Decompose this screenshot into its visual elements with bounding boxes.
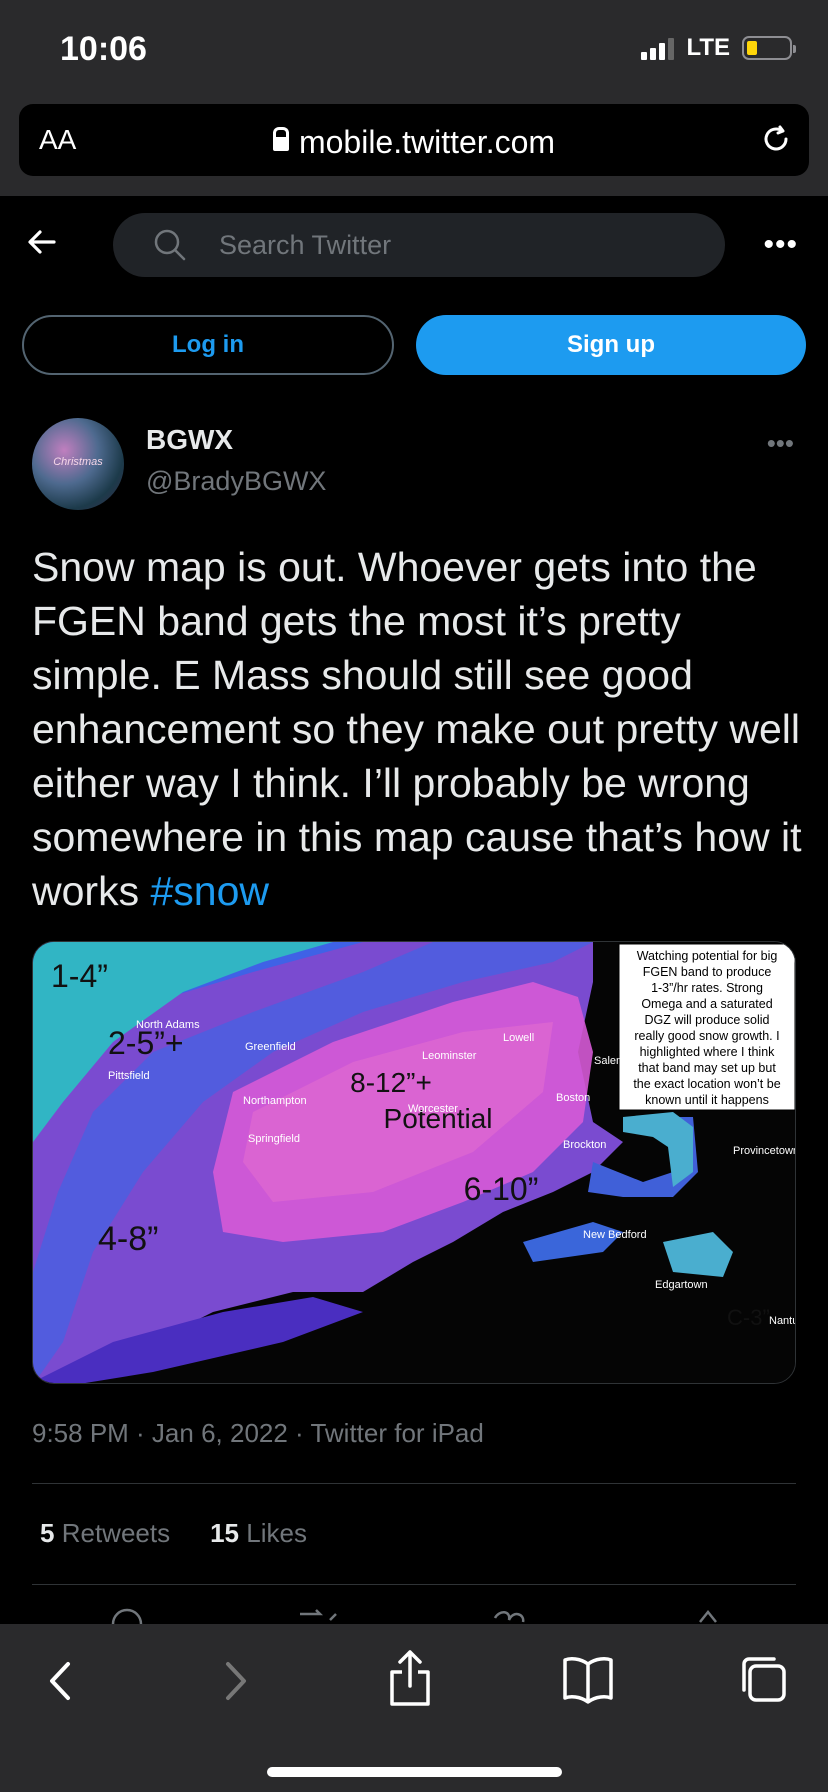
back-arrow-icon[interactable] bbox=[26, 226, 58, 263]
reload-icon[interactable] bbox=[759, 122, 793, 161]
town-salem: Salem bbox=[594, 1055, 625, 1067]
share-icon bbox=[699, 1609, 717, 1623]
avatar[interactable]: Christmas bbox=[32, 418, 124, 510]
town-brockton: Brockton bbox=[563, 1139, 606, 1151]
town-lowell: Lowell bbox=[503, 1032, 534, 1044]
note-line: Watching potential for big bbox=[637, 949, 778, 963]
signal-icon bbox=[641, 36, 675, 60]
url-text: mobile.twitter.com bbox=[298, 124, 556, 160]
town-leominster: Leominster bbox=[422, 1050, 477, 1062]
hashtag-link[interactable]: #snow bbox=[150, 868, 269, 914]
tweet-timestamp[interactable]: 9:58 PM · Jan 6, 2022 · Twitter for iPad bbox=[32, 1418, 484, 1449]
tweet-actions bbox=[0, 1604, 828, 1624]
tweet-stats: 5 Retweets 15 Likes bbox=[40, 1518, 307, 1549]
browser-chrome: AA mobile.twitter.com bbox=[0, 100, 828, 196]
note-line: highlighted where I think bbox=[640, 1045, 776, 1059]
search-placeholder: Search Twitter bbox=[219, 230, 392, 260]
note-line: FGEN band to produce bbox=[643, 965, 772, 979]
url-field[interactable]: mobile.twitter.com bbox=[19, 124, 809, 161]
town-north-adams: North Adams bbox=[136, 1019, 200, 1031]
status-indicators: LTE bbox=[641, 34, 796, 62]
zone-label-6-10: 6-10” bbox=[464, 1171, 539, 1207]
note-line: 1-3”/hr rates. Strong bbox=[651, 981, 763, 995]
town-edgartown: Edgartown bbox=[655, 1279, 708, 1291]
search-icon bbox=[153, 228, 187, 267]
town-nantucket: Nantucket bbox=[769, 1315, 796, 1327]
town-northampton: Northampton bbox=[243, 1095, 307, 1107]
retweet-icon bbox=[300, 1609, 337, 1621]
like-icon bbox=[493, 1611, 525, 1623]
author-name[interactable]: BGWX bbox=[146, 424, 233, 456]
tabs-icon[interactable] bbox=[738, 1654, 788, 1709]
divider bbox=[32, 1483, 796, 1484]
note-line: DGZ will produce solid bbox=[644, 1013, 769, 1027]
retweets-label: Retweets bbox=[61, 1518, 171, 1548]
signup-button[interactable]: Sign up bbox=[416, 315, 806, 375]
town-springfield: Springfield bbox=[248, 1133, 300, 1145]
town-new-bedford: New Bedford bbox=[583, 1229, 647, 1241]
search-input[interactable]: Search Twitter bbox=[113, 213, 725, 277]
tweet-image-snow-map[interactable]: Watching potential for big FGEN band to p… bbox=[32, 941, 796, 1384]
network-label: LTE bbox=[686, 34, 730, 61]
town-provincetown: Provincetown bbox=[733, 1145, 796, 1157]
note-line: that band may set up but bbox=[638, 1061, 776, 1075]
likes-count: 15 bbox=[210, 1518, 240, 1548]
town-boston: Boston bbox=[556, 1092, 590, 1104]
reply-icon bbox=[111, 1608, 143, 1624]
back-chevron-icon[interactable] bbox=[42, 1656, 78, 1711]
town-pittsfield: Pittsfield bbox=[108, 1070, 150, 1082]
address-bar[interactable]: AA mobile.twitter.com bbox=[19, 104, 809, 176]
battery-icon bbox=[742, 36, 796, 60]
town-greenfield: Greenfield bbox=[245, 1041, 296, 1053]
zone-label-c-3: C-3” bbox=[727, 1305, 770, 1330]
likes-stat[interactable]: 15 Likes bbox=[210, 1518, 307, 1549]
share-icon[interactable] bbox=[386, 1648, 434, 1713]
divider bbox=[32, 1584, 796, 1585]
zone-label-1-4: 1-4” bbox=[51, 958, 108, 994]
login-button[interactable]: Log in bbox=[22, 315, 394, 375]
avatar-text: Christmas bbox=[53, 456, 103, 468]
note-line: the exact location won’t be bbox=[633, 1077, 780, 1091]
tweet-body: Snow map is out. Whoever gets into the F… bbox=[32, 544, 802, 914]
retweets-stat[interactable]: 5 Retweets bbox=[40, 1518, 170, 1549]
more-options-icon[interactable]: ••• bbox=[763, 228, 798, 262]
author-handle[interactable]: @BradyBGWX bbox=[146, 466, 326, 497]
note-line: really good snow growth. I bbox=[634, 1029, 779, 1043]
tweet-text: Snow map is out. Whoever gets into the F… bbox=[32, 540, 802, 918]
status-bar: 10:06 LTE bbox=[0, 0, 828, 100]
likes-label: Likes bbox=[246, 1518, 307, 1548]
home-indicator[interactable] bbox=[267, 1767, 562, 1777]
twitter-header: Search Twitter ••• bbox=[0, 196, 828, 296]
zone-label-8-12: 8-12”+ bbox=[350, 1067, 432, 1098]
note-line: known until it happens bbox=[645, 1093, 769, 1107]
forward-chevron-icon[interactable] bbox=[218, 1656, 254, 1711]
status-time: 10:06 bbox=[60, 30, 147, 68]
note-line: Omega and a saturated bbox=[641, 997, 772, 1011]
bookmarks-icon[interactable] bbox=[562, 1654, 614, 1709]
tweet-more-icon[interactable]: ••• bbox=[767, 428, 794, 459]
town-worcester: Worcester bbox=[408, 1103, 458, 1115]
zone-label-4-8: 4-8” bbox=[98, 1220, 158, 1258]
lock-icon bbox=[272, 127, 289, 154]
retweets-count: 5 bbox=[40, 1518, 55, 1548]
